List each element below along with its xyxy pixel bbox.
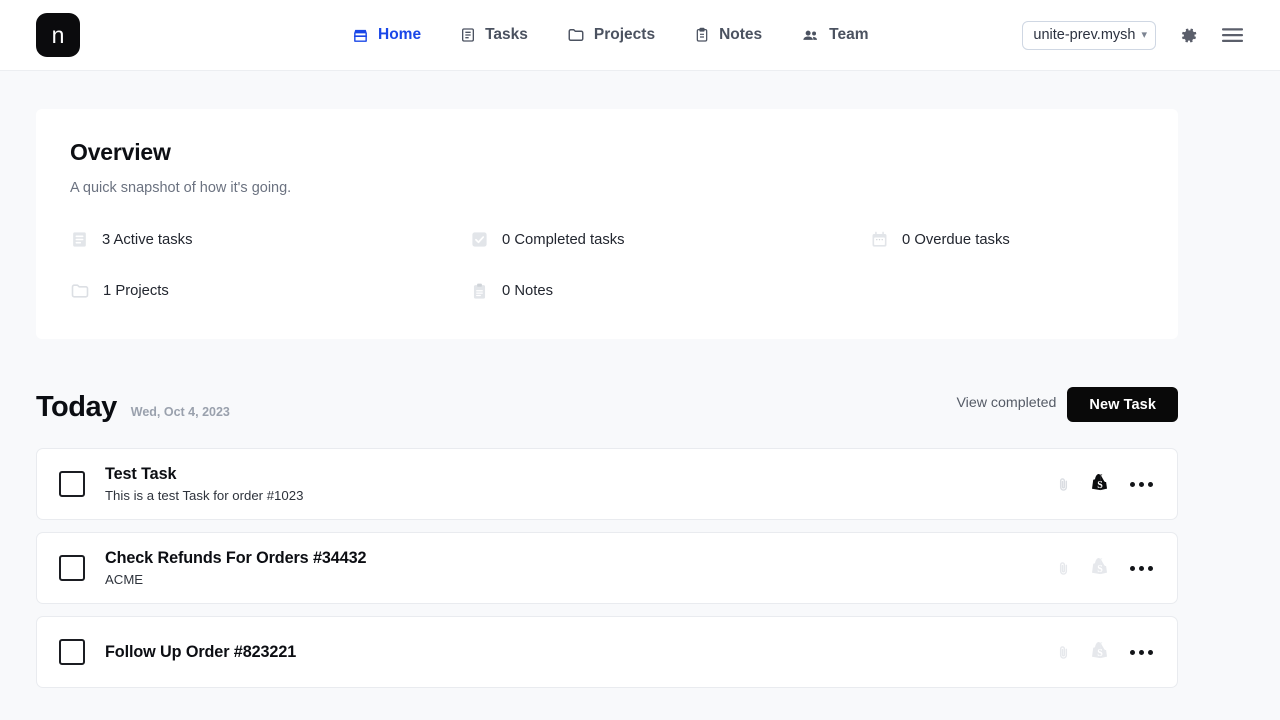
task-subtitle: This is a test Task for order #1023 (105, 488, 304, 503)
task-row[interactable]: Check Refunds For Orders #34432 ACME S (36, 532, 1178, 604)
checkbox-checked-icon (470, 230, 489, 249)
people-icon (801, 26, 820, 45)
calendar-icon (870, 230, 889, 249)
nav-item-notes[interactable]: Notes (694, 26, 762, 44)
nav-item-team-label: Team (829, 26, 869, 43)
stat-overdue-tasks: 0 Overdue tasks (870, 230, 1144, 249)
stat-projects: 1 Projects (70, 281, 470, 301)
clipboard-icon (470, 282, 489, 301)
storefront-icon (352, 27, 369, 44)
nav-item-projects-label: Projects (593, 26, 656, 43)
paperclip-icon[interactable] (1055, 476, 1072, 493)
task-checkbox[interactable] (59, 639, 85, 665)
nav-item-tasks-label: Tasks (485, 26, 528, 43)
nav-item-team[interactable]: Team (801, 26, 868, 45)
task-text: Check Refunds For Orders #34432 ACME (105, 549, 367, 587)
app-logo[interactable]: n (36, 13, 80, 57)
nav-item-home[interactable]: Home (352, 26, 421, 44)
org-select-value: unite-prev.mysh (1033, 27, 1136, 43)
tasks-list-icon (460, 27, 476, 43)
app-logo-text: n (51, 21, 65, 48)
shopify-bag-icon[interactable]: S (1090, 641, 1110, 663)
document-lines-icon (70, 230, 89, 249)
nav-item-home-label: Home (378, 26, 422, 43)
nav-item-notes-label: Notes (719, 26, 763, 43)
clipboard-icon (694, 27, 710, 43)
task-row-actions: S (1055, 473, 1155, 495)
task-text: Follow Up Order #823221 (105, 643, 296, 662)
task-row[interactable]: Test Task This is a test Task for order … (36, 448, 1178, 520)
today-actions: View completed New Task (956, 387, 1178, 422)
task-checkbox[interactable] (59, 471, 85, 497)
nav-item-tasks[interactable]: Tasks (460, 26, 528, 44)
task-title: Follow Up Order #823221 (105, 642, 297, 661)
today-section-header: Today Wed, Oct 4, 2023 View completed Ne… (36, 387, 1178, 422)
task-list: Test Task This is a test Task for order … (36, 448, 1178, 688)
task-title: Check Refunds For Orders #34432 (105, 549, 367, 567)
folder-icon (567, 26, 585, 44)
org-select[interactable]: unite-prev.mysh ▾ (1022, 20, 1156, 50)
view-completed-button[interactable]: View completed (956, 395, 1056, 411)
stat-notes: 0 Notes (470, 281, 870, 301)
task-subtitle: ACME (105, 572, 144, 587)
svg-text:S: S (1097, 480, 1103, 491)
paperclip-icon[interactable] (1055, 644, 1072, 661)
hamburger-menu-icon[interactable] (1221, 25, 1244, 45)
shopify-bag-icon[interactable]: S (1090, 557, 1110, 579)
stat-label: 0 Overdue tasks (902, 231, 1010, 248)
task-row-actions: S (1055, 557, 1155, 579)
overview-stats: 3 Active tasks 0 Completed tasks 0 Overd… (70, 230, 1144, 301)
overview-subtitle: A quick snapshot of how it's going. (70, 180, 292, 196)
folder-icon (70, 281, 90, 301)
today-title: Today (36, 391, 117, 423)
stat-active-tasks: 3 Active tasks (70, 230, 470, 249)
task-title: Test Task (105, 465, 177, 483)
gear-icon[interactable] (1178, 25, 1199, 46)
stat-label: 1 Projects (103, 283, 169, 299)
stat-label: 0 Completed tasks (502, 231, 625, 248)
new-task-button[interactable]: New Task (1067, 387, 1178, 422)
paperclip-icon[interactable] (1055, 560, 1072, 577)
chevron-down-icon: ▾ (1141, 28, 1147, 41)
stat-label: 3 Active tasks (102, 231, 193, 248)
svg-text:S: S (1097, 564, 1103, 575)
task-row[interactable]: Follow Up Order #823221 S (36, 616, 1178, 688)
task-checkbox[interactable] (59, 555, 85, 581)
stat-completed-tasks: 0 Completed tasks (470, 230, 870, 249)
shopify-bag-icon[interactable]: S (1090, 473, 1110, 495)
header-actions: unite-prev.mysh ▾ (1022, 20, 1244, 50)
nav-item-projects[interactable]: Projects (567, 26, 655, 44)
stat-label: 0 Notes (502, 283, 553, 299)
more-options-icon[interactable] (1128, 646, 1155, 659)
today-date: Wed, Oct 4, 2023 (130, 405, 230, 419)
app-header: n Home Tasks Projects Notes Team unite-p… (0, 0, 1280, 71)
task-row-actions: S (1055, 641, 1155, 663)
main-navigation: Home Tasks Projects Notes Team (352, 26, 868, 45)
overview-title: Overview (70, 139, 171, 165)
overview-card: Overview A quick snapshot of how it's go… (36, 109, 1178, 339)
task-text: Test Task This is a test Task for order … (105, 465, 303, 503)
more-options-icon[interactable] (1128, 562, 1155, 575)
more-options-icon[interactable] (1128, 478, 1155, 491)
svg-text:S: S (1097, 648, 1103, 659)
